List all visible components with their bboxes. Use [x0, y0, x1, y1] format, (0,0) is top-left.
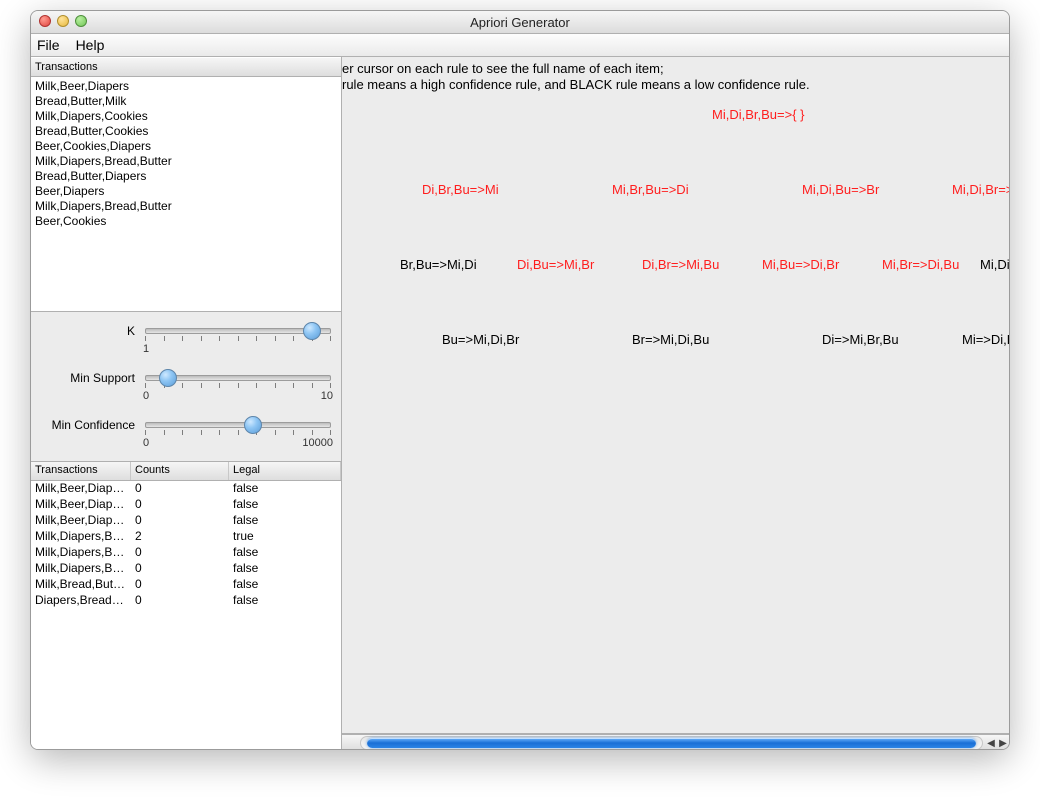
table-cell: 0	[131, 481, 229, 497]
menu-file[interactable]: File	[37, 37, 60, 53]
table-cell: Milk,Bread,But…	[31, 577, 131, 593]
right-panel: er cursor on each rule to see the full n…	[342, 57, 1009, 750]
rule-node[interactable]: Mi,Bu=>Di,Br	[762, 257, 839, 272]
table-row[interactable]: Milk,Bread,But…0false	[31, 577, 341, 593]
col-transactions[interactable]: Transactions	[31, 462, 131, 480]
transaction-item[interactable]: Beer,Cookies	[35, 214, 337, 229]
transaction-item[interactable]: Bread,Butter,Cookies	[35, 124, 337, 139]
confidence-min: 0	[143, 437, 149, 449]
table-cell: 0	[131, 593, 229, 609]
table-cell: false	[229, 561, 341, 577]
rule-node[interactable]: Mi,Di=	[980, 257, 1009, 272]
rule-node[interactable]: Di,Br=>Mi,Bu	[642, 257, 719, 272]
k-min: 1	[143, 343, 149, 355]
close-icon[interactable]	[39, 15, 51, 27]
support-slider-knob[interactable]	[159, 369, 177, 387]
results-table[interactable]: Transactions Counts Legal Milk,Beer,Diap…	[31, 462, 341, 750]
table-cell: Milk,Beer,Diap…	[31, 497, 131, 513]
rule-node[interactable]: Mi,Di,Bu=>Br	[802, 182, 879, 197]
k-label: K	[37, 318, 141, 338]
rule-canvas[interactable]: er cursor on each rule to see the full n…	[342, 57, 1009, 734]
table-row[interactable]: Milk,Diapers,B…0false	[31, 561, 341, 577]
transaction-item[interactable]: Bread,Butter,Milk	[35, 94, 337, 109]
table-cell: 0	[131, 577, 229, 593]
confidence-slider-knob[interactable]	[244, 416, 262, 434]
table-cell: Milk,Diapers,B…	[31, 545, 131, 561]
rule-node[interactable]: Mi,Br=>Di,Bu	[882, 257, 959, 272]
table-cell: Milk,Diapers,B…	[31, 561, 131, 577]
minimize-icon[interactable]	[57, 15, 69, 27]
transaction-item[interactable]: Beer,Cookies,Diapers	[35, 139, 337, 154]
scroll-left-icon[interactable]: ◀	[985, 735, 997, 750]
rule-node[interactable]: Di=>Mi,Br,Bu	[822, 332, 899, 347]
transaction-item[interactable]: Bread,Butter,Diapers	[35, 169, 337, 184]
transaction-item[interactable]: Milk,Diapers,Bread,Butter	[35, 199, 337, 214]
transactions-header: Transactions	[31, 57, 341, 77]
k-slider[interactable]	[145, 328, 331, 334]
table-row[interactable]: Diapers,Bread…0false	[31, 593, 341, 609]
table-cell: Milk,Beer,Diap…	[31, 481, 131, 497]
table-cell: Milk,Beer,Diap…	[31, 513, 131, 529]
table-row[interactable]: Milk,Diapers,B…2true	[31, 529, 341, 545]
titlebar: Apriori Generator	[31, 11, 1009, 34]
menubar: File Help	[31, 34, 1009, 57]
scroll-right-icon[interactable]: ▶	[997, 735, 1009, 750]
hint-line-1: er cursor on each rule to see the full n…	[342, 61, 664, 76]
table-cell: true	[229, 529, 341, 545]
confidence-slider[interactable]	[145, 422, 331, 428]
rule-node[interactable]: Di,Bu=>Mi,Br	[517, 257, 594, 272]
zoom-icon[interactable]	[75, 15, 87, 27]
table-cell: 0	[131, 497, 229, 513]
app-window: Apriori Generator File Help Transactions…	[30, 10, 1010, 750]
rule-node[interactable]: Br,Bu=>Mi,Di	[400, 257, 477, 272]
support-max: 10	[321, 390, 333, 402]
window-title: Apriori Generator	[31, 15, 1009, 30]
table-cell: false	[229, 577, 341, 593]
rule-node[interactable]: Bu=>Mi,Di,Br	[442, 332, 519, 347]
table-cell: false	[229, 513, 341, 529]
col-counts[interactable]: Counts	[131, 462, 229, 480]
table-cell: false	[229, 545, 341, 561]
table-row[interactable]: Milk,Beer,Diap…0false	[31, 497, 341, 513]
confidence-max: 10000	[302, 437, 333, 449]
support-slider[interactable]	[145, 375, 331, 381]
support-label: Min Support	[37, 365, 141, 385]
transaction-item[interactable]: Beer,Diapers	[35, 184, 337, 199]
table-cell: Diapers,Bread…	[31, 593, 131, 609]
table-cell: 0	[131, 513, 229, 529]
horizontal-scrollbar[interactable]: ◀ ▶	[342, 734, 1009, 750]
table-row[interactable]: Milk,Diapers,B…0false	[31, 545, 341, 561]
rule-node[interactable]: Br=>Mi,Di,Bu	[632, 332, 709, 347]
transactions-list[interactable]: Milk,Beer,DiapersBread,Butter,MilkMilk,D…	[31, 77, 341, 312]
table-cell: 0	[131, 561, 229, 577]
scrollbar-thumb[interactable]	[367, 738, 976, 748]
table-cell: false	[229, 593, 341, 609]
table-cell: 0	[131, 545, 229, 561]
table-cell: false	[229, 481, 341, 497]
transaction-item[interactable]: Milk,Diapers,Bread,Butter	[35, 154, 337, 169]
support-min: 0	[143, 390, 149, 402]
rule-node[interactable]: Mi,Di,Br,Bu=>{ }	[712, 107, 805, 122]
confidence-label: Min Confidence	[37, 412, 141, 432]
menu-help[interactable]: Help	[76, 37, 105, 53]
transaction-item[interactable]: Milk,Beer,Diapers	[35, 79, 337, 94]
rule-node[interactable]: Mi,Br,Bu=>Di	[612, 182, 689, 197]
rule-node[interactable]: Mi,Di,Br=>	[952, 182, 1009, 197]
table-row[interactable]: Milk,Beer,Diap…0false	[31, 481, 341, 497]
left-panel: Transactions Milk,Beer,DiapersBread,Butt…	[31, 57, 342, 750]
col-legal[interactable]: Legal	[229, 462, 341, 480]
hint-line-2: rule means a high confidence rule, and B…	[342, 77, 810, 92]
table-cell: false	[229, 497, 341, 513]
table-row[interactable]: Milk,Beer,Diap…0false	[31, 513, 341, 529]
transaction-item[interactable]: Milk,Diapers,Cookies	[35, 109, 337, 124]
k-slider-knob[interactable]	[303, 322, 321, 340]
sliders-panel: K 1	[31, 312, 341, 462]
rule-node[interactable]: Mi=>Di,Br,	[962, 332, 1009, 347]
table-cell: Milk,Diapers,B…	[31, 529, 131, 545]
rule-node[interactable]: Di,Br,Bu=>Mi	[422, 182, 499, 197]
table-cell: 2	[131, 529, 229, 545]
